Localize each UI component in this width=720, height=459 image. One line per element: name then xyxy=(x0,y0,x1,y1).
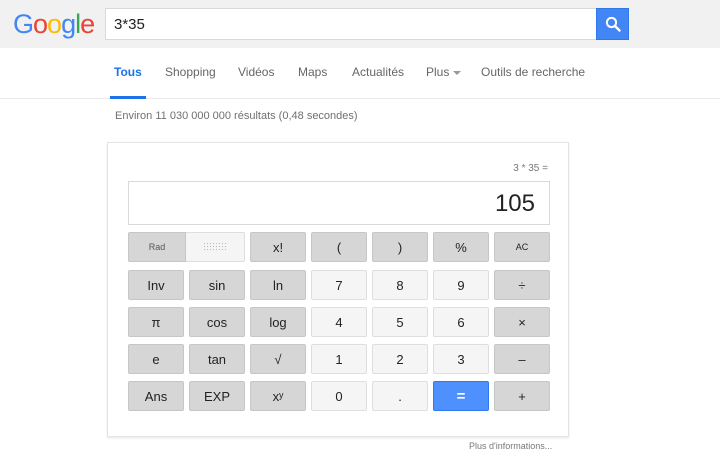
tab-news[interactable]: Actualités xyxy=(352,65,404,99)
tab-videos[interactable]: Vidéos xyxy=(238,65,274,99)
tab-shopping[interactable]: Shopping xyxy=(165,65,216,99)
deg-button[interactable] xyxy=(186,232,245,262)
tab-label: Actualités xyxy=(352,65,405,79)
digit-6-button[interactable]: 6 xyxy=(433,307,489,337)
search-box xyxy=(105,8,596,40)
tab-maps[interactable]: Maps xyxy=(298,65,327,99)
inv-button[interactable]: Inv xyxy=(128,270,184,300)
ans-button[interactable]: Ans xyxy=(128,381,184,411)
more-info-link[interactable]: Plus d'informations... xyxy=(469,441,552,451)
ln-button[interactable]: ln xyxy=(250,270,306,300)
factorial-button[interactable]: x! xyxy=(250,232,306,262)
digit-4-button[interactable]: 4 xyxy=(311,307,367,337)
logo-letter: g xyxy=(61,9,76,39)
tab-more[interactable]: Plus xyxy=(426,65,462,99)
tab-label: Shopping xyxy=(165,65,216,79)
tab-label: Vidéos xyxy=(238,65,275,79)
sin-button[interactable]: sin xyxy=(189,270,245,300)
dotted-pattern-icon xyxy=(203,242,227,252)
search-button[interactable] xyxy=(596,8,629,40)
logo-letter: G xyxy=(13,9,34,39)
minus-button[interactable]: – xyxy=(494,344,550,374)
tan-button[interactable]: tan xyxy=(189,344,245,374)
divide-button[interactable]: ÷ xyxy=(494,270,550,300)
rad-button[interactable]: Rad xyxy=(128,232,186,262)
tab-search-tools[interactable]: Outils de recherche xyxy=(481,65,585,99)
angle-mode-toggle: Rad xyxy=(128,232,245,262)
calculator-display: 105 xyxy=(128,181,550,225)
tab-all[interactable]: Tous xyxy=(110,65,146,99)
exp-button[interactable]: EXP xyxy=(189,381,245,411)
tab-label: Maps xyxy=(298,65,328,79)
logo-letter: e xyxy=(80,9,95,39)
digit-2-button[interactable]: 2 xyxy=(372,344,428,374)
search-tabs: Tous Shopping Vidéos Maps Actualités Plu… xyxy=(0,48,720,99)
multiply-button[interactable]: × xyxy=(494,307,550,337)
tab-label: Plus xyxy=(426,65,450,79)
sqrt-button[interactable]: √ xyxy=(250,344,306,374)
digit-3-button[interactable]: 3 xyxy=(433,344,489,374)
log-button[interactable]: log xyxy=(250,307,306,337)
decimal-point-button[interactable]: . xyxy=(372,381,428,411)
close-paren-button[interactable]: ) xyxy=(372,232,428,262)
calculator-card: 3 * 35 = 105 Rad x! ( ) % AC Inv sin ln … xyxy=(107,142,569,437)
pi-button[interactable]: π xyxy=(128,307,184,337)
percent-button[interactable]: % xyxy=(433,232,489,262)
calculator-expression: 3 * 35 = xyxy=(513,163,548,174)
logo-letter: o xyxy=(33,9,48,39)
cos-button[interactable]: cos xyxy=(189,307,245,337)
google-logo[interactable]: Google xyxy=(13,9,95,39)
digit-1-button[interactable]: 1 xyxy=(311,344,367,374)
plus-button[interactable]: + xyxy=(494,381,550,411)
header-bar: Google xyxy=(0,0,720,48)
logo-letter: o xyxy=(47,9,62,39)
digit-8-button[interactable]: 8 xyxy=(372,270,428,300)
search-icon xyxy=(605,16,621,32)
power-button[interactable]: xʸ xyxy=(250,381,306,411)
open-paren-button[interactable]: ( xyxy=(311,232,367,262)
calculator-result: 105 xyxy=(494,190,535,217)
all-clear-button[interactable]: AC xyxy=(494,232,550,262)
result-stats: Environ 11 030 000 000 résultats (0,48 s… xyxy=(115,110,358,122)
search-input[interactable] xyxy=(106,9,596,39)
caret-down-icon xyxy=(453,70,462,75)
digit-0-button[interactable]: 0 xyxy=(311,381,367,411)
equals-button[interactable]: = xyxy=(433,381,489,411)
digit-9-button[interactable]: 9 xyxy=(433,270,489,300)
e-button[interactable]: e xyxy=(128,344,184,374)
digit-5-button[interactable]: 5 xyxy=(372,307,428,337)
tab-label: Tous xyxy=(114,65,142,79)
digit-7-button[interactable]: 7 xyxy=(311,270,367,300)
tab-label: Outils de recherche xyxy=(481,65,586,79)
